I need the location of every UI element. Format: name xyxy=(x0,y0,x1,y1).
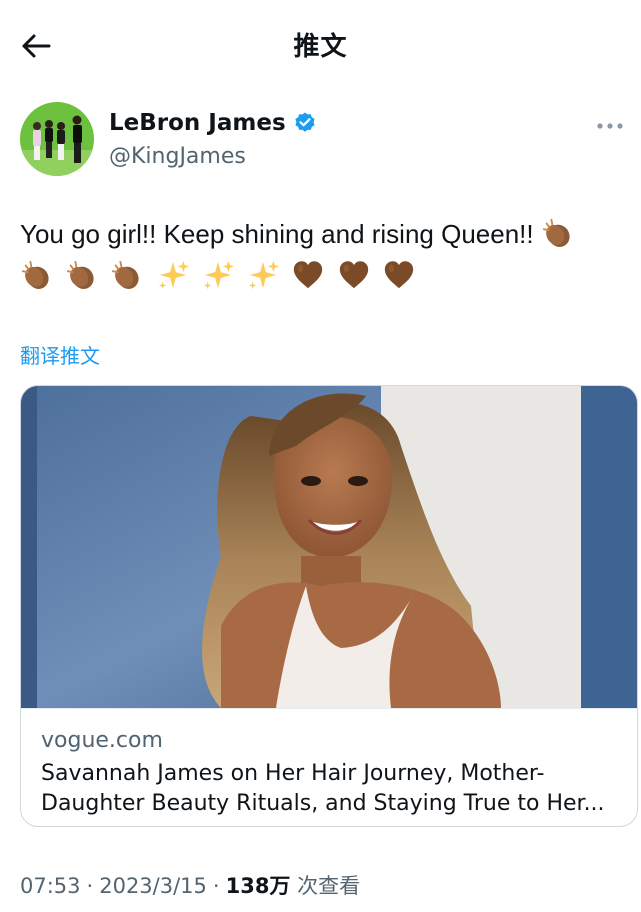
tweet-emoji-line xyxy=(20,256,624,296)
tweet-text: You go girl!! Keep shining and rising Qu… xyxy=(20,214,624,296)
clapping-hands-icon xyxy=(20,258,54,292)
author-name: LeBron James xyxy=(109,110,286,136)
translate-tweet-link[interactable]: 翻译推文 xyxy=(20,340,100,369)
link-title: Savannah James on Her Hair Journey, Moth… xyxy=(41,761,605,816)
top-bar: 推文 xyxy=(0,0,641,92)
link-preview-card[interactable]: vogue.com Savannah James on Her Hair Jou… xyxy=(20,385,638,827)
view-label: 次查看 xyxy=(297,874,361,898)
brown-heart-icon xyxy=(291,258,325,292)
clapping-hands-icon xyxy=(110,258,144,292)
sparkles-icon xyxy=(246,258,280,292)
clapping-hands-icon xyxy=(65,258,99,292)
avatar[interactable] xyxy=(20,102,94,176)
brown-heart-icon xyxy=(382,258,416,292)
tweet-meta-line: 07:53 · 2023/3/15 · 138万 次查看 xyxy=(20,874,361,898)
author-handle[interactable]: @KingJames xyxy=(109,144,246,169)
clapping-hands-icon xyxy=(541,216,575,250)
brown-heart-icon xyxy=(337,258,371,292)
more-options-button[interactable] xyxy=(592,116,628,136)
link-preview-meta: vogue.com Savannah James on Her Hair Jou… xyxy=(21,708,637,826)
tweet-date[interactable]: 2023/3/15 xyxy=(99,874,207,898)
link-domain: vogue.com xyxy=(41,728,163,753)
more-dots-icon xyxy=(597,123,623,129)
verified-badge-icon xyxy=(295,112,315,132)
view-count: 138万 xyxy=(225,874,291,898)
tweet-author: LeBron James @KingJames xyxy=(20,100,623,180)
sparkles-icon xyxy=(156,258,190,292)
sparkles-icon xyxy=(201,258,235,292)
tweet-text-content: You go girl!! Keep shining and rising Qu… xyxy=(20,219,534,249)
tweet-time[interactable]: 07:53 xyxy=(20,874,81,898)
avatar-image xyxy=(20,102,94,176)
page-title: 推文 xyxy=(293,32,348,62)
author-name-row[interactable]: LeBron James xyxy=(109,110,317,136)
link-preview-image xyxy=(21,386,637,708)
